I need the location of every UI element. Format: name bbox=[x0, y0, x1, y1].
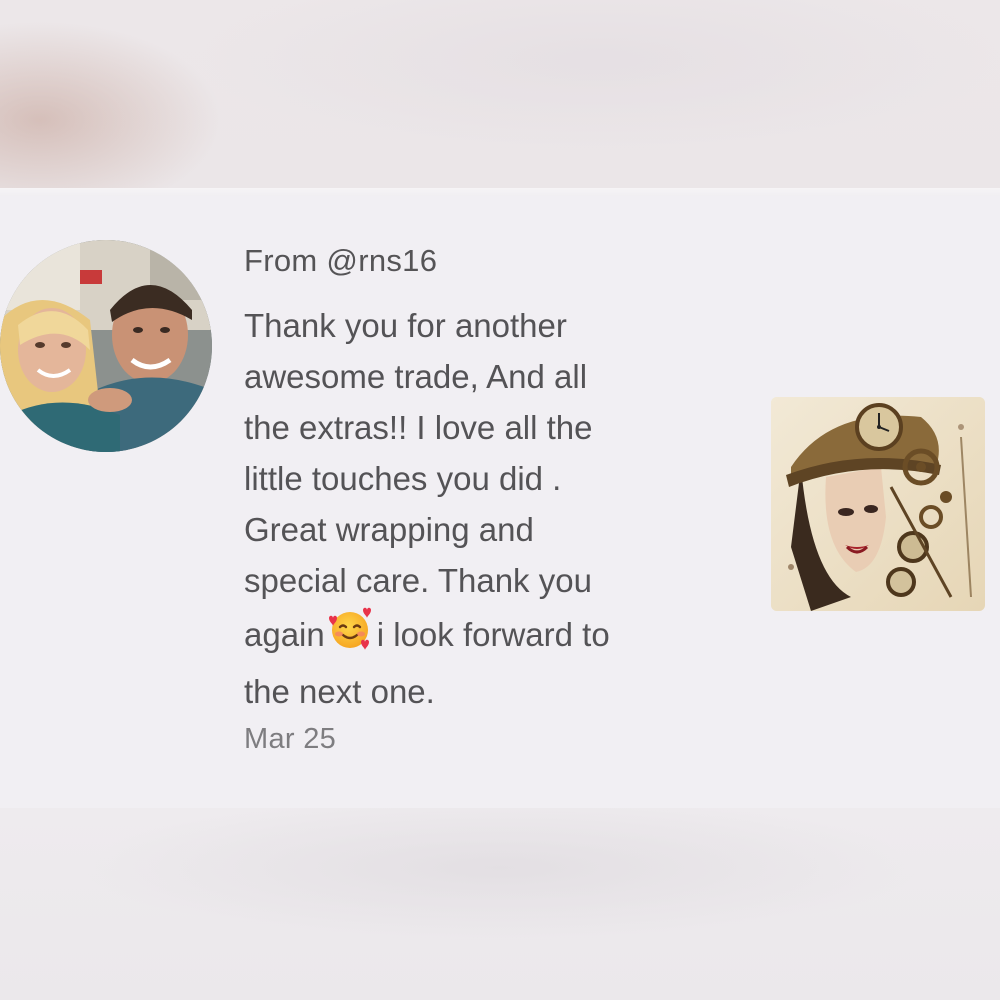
product-thumbnail[interactable] bbox=[771, 397, 985, 611]
review-date: Mar 25 bbox=[244, 723, 337, 755]
avatar-photo bbox=[0, 240, 212, 452]
message-text: i look forward to bbox=[376, 616, 610, 653]
message-line: Thank you for another bbox=[244, 307, 567, 344]
message-line: little touches you did . bbox=[244, 460, 562, 497]
card-top-divider bbox=[0, 188, 1000, 196]
review-screen: From @rns16 Thank you for another awesom… bbox=[0, 0, 1000, 1000]
avatar[interactable] bbox=[0, 240, 212, 452]
message-line: the next one. bbox=[244, 673, 435, 710]
message-line: Great wrapping and bbox=[244, 511, 534, 548]
blurred-header-area bbox=[0, 0, 1000, 190]
smiling-face-with-hearts-icon bbox=[327, 606, 373, 666]
message-line: again i look forward to bbox=[244, 606, 744, 666]
message-line: the extras!! I love all the bbox=[244, 409, 593, 446]
message-text: again bbox=[244, 616, 325, 653]
message-line: awesome trade, And all bbox=[244, 358, 588, 395]
blurred-footer-area bbox=[0, 808, 1000, 1000]
review-author[interactable]: From @rns16 bbox=[244, 243, 437, 279]
message-line: special care. Thank you bbox=[244, 562, 592, 599]
steampunk-artwork-image bbox=[771, 397, 985, 611]
review-message: Thank you for another awesome trade, And… bbox=[244, 300, 744, 717]
